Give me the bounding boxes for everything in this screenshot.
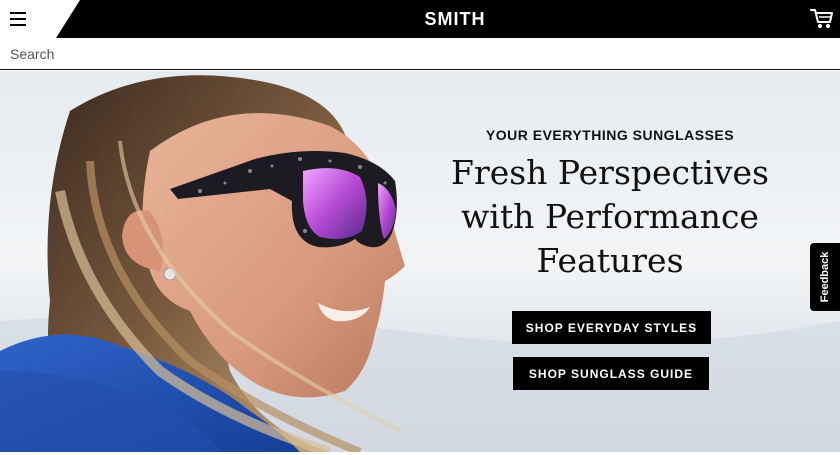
search-bar [0,38,840,70]
hero-banner: YOUR EVERYTHING SUNGLASSES Fresh Perspec… [0,71,840,452]
search-input[interactable] [0,38,840,69]
hamburger-menu-icon[interactable] [8,9,30,29]
hero-copy: YOUR EVERYTHING SUNGLASSES Fresh Perspec… [440,127,780,283]
shop-everyday-styles-button[interactable]: SHOP EVERYDAY STYLES [512,311,711,344]
feedback-tab[interactable]: Feedback [810,243,840,311]
smith-logo[interactable]: SMITH [400,9,510,30]
feedback-label: Feedback [819,251,831,303]
shop-sunglass-guide-button[interactable]: SHOP SUNGLASS GUIDE [513,357,709,390]
site-header: SMITH [0,0,840,38]
headline-line-2: with Performance [461,197,759,236]
headline-line-1: Fresh Perspectives [451,153,769,192]
shopping-cart-icon[interactable] [810,8,834,30]
headline-line-3: Features [536,241,684,280]
hero-headline: Fresh Perspectives with Performance Feat… [440,151,780,283]
hero-eyebrow: YOUR EVERYTHING SUNGLASSES [485,127,735,143]
